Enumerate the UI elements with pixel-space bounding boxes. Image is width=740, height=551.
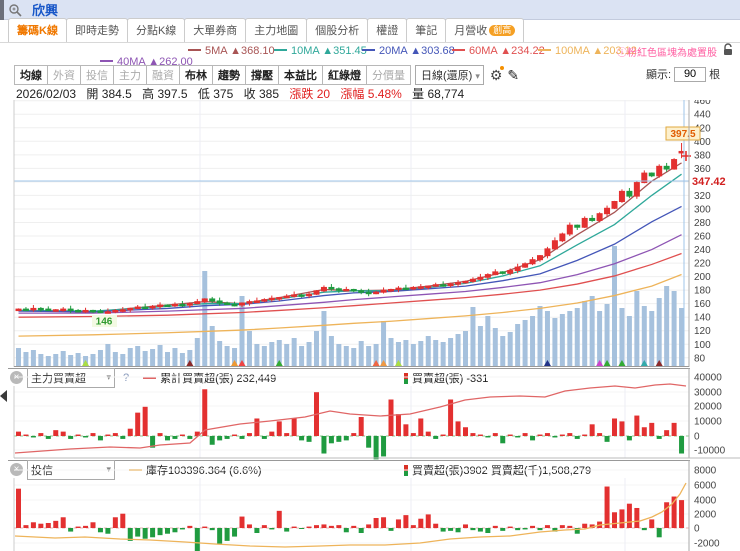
svg-text:160: 160: [694, 299, 711, 310]
display-unit: 根: [709, 69, 721, 81]
legend-ma20: 20MA ▲303.68: [362, 45, 455, 57]
tab-main-force-map[interactable]: 主力地圖: [245, 18, 308, 42]
display-count-control: 顯示: 根: [646, 66, 720, 82]
svg-text:30000: 30000: [694, 388, 722, 399]
mid-bar-legend: 買賣超(張) -331: [404, 370, 488, 386]
btn-trust[interactable]: 投信: [80, 65, 114, 85]
svg-text:-2000: -2000: [694, 539, 720, 550]
legend-ma10: 10MA ▲351.45: [274, 45, 367, 57]
svg-text:300: 300: [694, 204, 711, 215]
window-titlebar: 欣興: [0, 0, 740, 20]
svg-text:380: 380: [694, 150, 711, 161]
btn-main-force[interactable]: 主力: [113, 65, 147, 85]
tab-notes[interactable]: 筆記: [406, 18, 447, 42]
close-icon[interactable]: ×: [10, 463, 23, 476]
svg-text:280: 280: [694, 218, 711, 229]
svg-text:0: 0: [694, 432, 700, 443]
pink-zone-note: ⓘ粉紅色區塊為處置股: [617, 48, 717, 59]
mid-line-legend: 累計買賣超(張) 232,449: [143, 370, 276, 386]
tab-branch-kline[interactable]: 分點K線: [126, 18, 186, 42]
svg-text:10000: 10000: [694, 417, 722, 428]
tab-chips-kline[interactable]: 籌碼K線: [8, 18, 67, 42]
buy-sell-bar-icon: [404, 464, 408, 476]
revenue-badge: 創高: [489, 25, 516, 36]
period-select[interactable]: 日線(還原) ▾: [415, 65, 484, 85]
bottom-line-legend: 庫存103396.364 (6.6%): [129, 462, 262, 478]
mid-pane-header: × 主力買賣超 ▾ ? 累計買賣超(張) 232,449 買賣超(張) -331: [8, 367, 690, 388]
svg-text:80: 80: [694, 353, 706, 364]
gear-icon[interactable]: ⚙: [490, 66, 505, 82]
svg-text:347.42: 347.42: [692, 176, 726, 188]
svg-text:460: 460: [694, 100, 711, 107]
tab-big-orders[interactable]: 大單券商: [184, 18, 247, 42]
tab-stock-analysis[interactable]: 個股分析: [306, 18, 369, 42]
chevron-down-icon: ▾: [475, 71, 480, 81]
buy-sell-bar-icon: [404, 372, 408, 384]
window-corner: [0, 0, 4, 20]
pencil-icon[interactable]: ✎: [507, 67, 519, 84]
mid-indicator-select[interactable]: 主力買賣超 ▾: [27, 367, 115, 388]
btn-bollinger[interactable]: 布林: [179, 65, 213, 85]
svg-text:240: 240: [694, 245, 711, 256]
svg-text:260: 260: [694, 232, 711, 243]
svg-text:4000: 4000: [694, 496, 717, 507]
svg-text:-10000: -10000: [694, 446, 726, 457]
bottom-indicator-select[interactable]: 投信 ▾: [27, 459, 115, 480]
btn-traffic-light[interactable]: 紅綠燈: [322, 65, 367, 85]
tab-warrants[interactable]: 權證: [367, 18, 408, 42]
btn-trend[interactable]: 趨勢: [212, 65, 246, 85]
quote-date: 2026/02/03: [16, 87, 77, 101]
svg-text:0: 0: [694, 524, 700, 535]
btn-margin[interactable]: 融資: [146, 65, 180, 85]
tab-monthly-revenue[interactable]: 月營收 創高: [445, 18, 525, 42]
svg-text:397.5: 397.5: [670, 129, 695, 140]
zoom-plus-icon[interactable]: [8, 3, 24, 17]
lock-icon[interactable]: [722, 43, 734, 56]
svg-text:440: 440: [694, 110, 711, 121]
legend-ma60: 60MA ▲234.22: [452, 45, 545, 57]
tab-bar: 籌碼K線 即時走勢 分點K線 大單券商 主力地圖 個股分析 權證 筆記 月營收創…: [0, 18, 740, 43]
svg-text:2000: 2000: [694, 510, 717, 521]
chevron-down-icon: ▾: [106, 372, 111, 382]
display-label: 顯示:: [646, 69, 672, 81]
svg-text:360: 360: [694, 164, 711, 175]
svg-text:100: 100: [694, 340, 711, 351]
svg-text:200: 200: [694, 272, 711, 283]
help-icon[interactable]: ?: [123, 372, 129, 384]
indicator-toolbar: 均線 外資 投信 主力 融資 布林 趨勢 撐壓 本益比 紅綠燈 分價量 日線(還…: [0, 65, 740, 85]
btn-pe-ratio[interactable]: 本益比: [278, 65, 323, 85]
main-candlestick-chart[interactable]: 4604404204003803603203002802602402202001…: [0, 100, 740, 368]
svg-text:220: 220: [694, 259, 711, 270]
btn-price-volume[interactable]: 分價量: [366, 65, 411, 85]
btn-ma[interactable]: 均線: [14, 65, 48, 85]
bottom-bar-legend: 買賣超(張)3902 買賣超(千)1,508,279: [404, 462, 591, 478]
svg-text:180: 180: [694, 286, 711, 297]
svg-text:320: 320: [694, 191, 711, 202]
legend-ma5: 5MA ▲368.10: [188, 45, 275, 57]
gear-alert-dot: [500, 66, 505, 70]
bottom-pane-header: × 投信 ▾ 庫存103396.364 (6.6%) 買賣超(張)3902 買賣超…: [8, 459, 690, 480]
svg-text:146: 146: [96, 317, 113, 328]
chevron-down-icon: ▾: [106, 464, 111, 474]
tab-realtime[interactable]: 即時走勢: [65, 18, 128, 42]
svg-text:40000: 40000: [694, 373, 722, 384]
svg-text:120: 120: [694, 326, 711, 337]
svg-text:140: 140: [694, 313, 711, 324]
btn-support-resistance[interactable]: 撐壓: [245, 65, 279, 85]
svg-text:6000: 6000: [694, 481, 717, 492]
collapse-left-arrow[interactable]: [0, 390, 7, 402]
ma-legend: 5MA ▲368.10 10MA ▲351.45 20MA ▲303.68 60…: [0, 43, 740, 68]
close-icon[interactable]: ×: [10, 371, 23, 384]
stock-title: 欣興: [32, 3, 59, 18]
svg-text:20000: 20000: [694, 402, 722, 413]
svg-text:8000: 8000: [694, 466, 717, 477]
display-count-input[interactable]: [674, 66, 707, 82]
btn-foreign[interactable]: 外資: [47, 65, 81, 85]
